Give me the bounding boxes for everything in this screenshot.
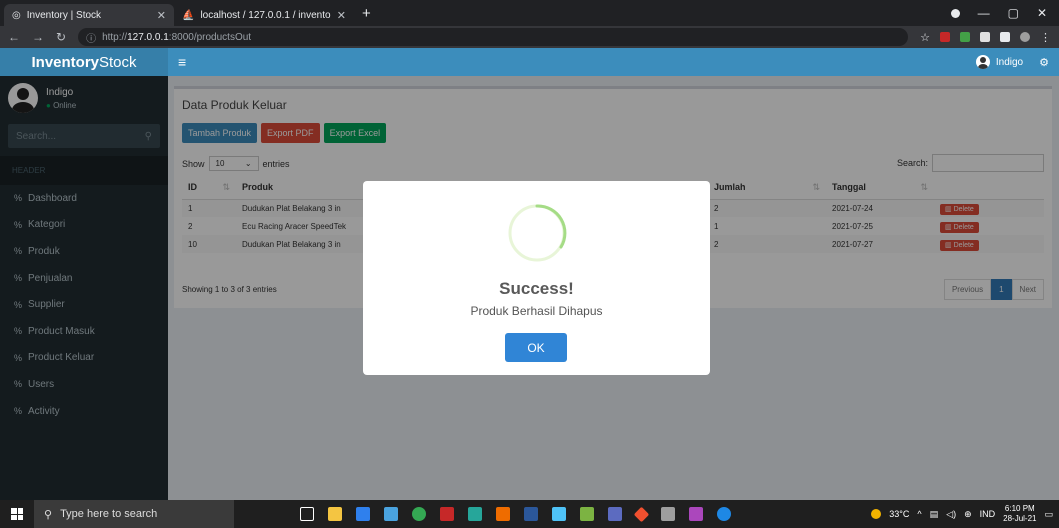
git-icon[interactable] — [633, 506, 650, 522]
extension-icon[interactable] — [940, 32, 950, 42]
success-dialog: Success! Produk Berhasil Dihapus OK — [363, 181, 710, 375]
dialog-message: Produk Berhasil Dihapus — [470, 304, 603, 318]
browser-tabbar: ◎ Inventory | Stock ✕ ⛵ localhost / 127.… — [0, 0, 1059, 26]
gears-icon[interactable]: ⚙ — [1039, 56, 1049, 69]
url-text: http://127.0.0.1:8000/productsOut — [102, 31, 252, 43]
nav-user-name: Indigo — [995, 56, 1024, 68]
globe-icon: ◎ — [12, 9, 21, 21]
chrome-icon[interactable] — [412, 507, 426, 521]
search-icon: ⚲ — [44, 508, 53, 521]
window-controls: — ▢ ✕ — [950, 0, 1059, 26]
task-view-icon[interactable] — [300, 507, 314, 521]
app-icon[interactable] — [552, 507, 566, 521]
back-icon[interactable]: ← — [8, 30, 20, 44]
close-window-icon[interactable]: ✕ — [1037, 6, 1047, 20]
browser-toolbar: ← → ↻ ⓘ http://127.0.0.1:8000/productsOu… — [0, 26, 1059, 48]
vscode-icon[interactable] — [356, 507, 370, 521]
dialog-title: Success! — [499, 279, 574, 298]
input-language[interactable]: IND — [980, 509, 996, 519]
info-icon: ⓘ — [86, 33, 97, 45]
notifications-icon[interactable]: ▭ — [1044, 509, 1053, 520]
chevron-up-icon[interactable]: ^ — [917, 509, 921, 519]
menu-dots-icon[interactable]: ⋮ — [1040, 31, 1051, 44]
app-icon[interactable] — [580, 507, 594, 521]
address-bar[interactable]: ⓘ http://127.0.0.1:8000/productsOut — [78, 28, 909, 46]
top-navbar: ≡ Indigo ⚙ — [168, 48, 1059, 76]
weather-icon — [871, 509, 882, 519]
phpmyadmin-icon: ⛵ — [182, 9, 195, 21]
word-icon[interactable] — [524, 507, 538, 521]
weather-temp[interactable]: 33°C — [889, 509, 909, 519]
minimize-icon[interactable]: — — [978, 6, 990, 20]
puzzle-icon[interactable] — [1000, 32, 1010, 42]
tab-inventory-stock[interactable]: ◎ Inventory | Stock ✕ — [4, 4, 174, 26]
maximize-icon[interactable]: ▢ — [1008, 6, 1019, 20]
extension-icon[interactable] — [960, 32, 970, 42]
app-icon[interactable] — [496, 507, 510, 521]
tab-title: Inventory | Stock — [26, 9, 102, 21]
close-tab-icon[interactable]: ✕ — [337, 9, 346, 22]
star-icon[interactable]: ☆ — [920, 31, 930, 44]
app-icon[interactable] — [608, 507, 622, 521]
file-explorer-icon[interactable] — [328, 507, 342, 521]
app-icon[interactable] — [440, 507, 454, 521]
system-tray: 33°C ^ ▤ ◁) ⊕ IND 6:10 PM 28-Jul-21 ▭ — [871, 500, 1053, 528]
store-icon[interactable] — [384, 507, 398, 521]
extensions: ☆ ⋮ — [920, 31, 1051, 44]
windows-logo-icon — [11, 508, 23, 520]
network-icon[interactable]: ▤ — [930, 509, 939, 520]
tab-title: localhost / 127.0.0.1 / inventory — [200, 9, 331, 21]
user-avatar-icon — [975, 55, 990, 69]
extension-icon[interactable] — [980, 32, 990, 42]
profile-icon[interactable] — [1020, 32, 1030, 42]
hamburger-icon[interactable]: ≡ — [178, 54, 186, 70]
taskbar-search-input[interactable]: ⚲ Type here to search — [34, 500, 234, 528]
forward-icon[interactable]: → — [32, 30, 44, 44]
ok-button[interactable]: OK — [505, 333, 567, 362]
record-icon[interactable] — [950, 8, 960, 18]
nav-user-menu[interactable]: Indigo ⚙ — [975, 55, 1049, 69]
success-spinner-icon — [508, 204, 567, 262]
app-icon[interactable] — [468, 507, 482, 521]
volume-icon[interactable]: ◁) — [946, 509, 956, 520]
app-icon[interactable] — [717, 507, 731, 521]
app-icon[interactable] — [689, 507, 703, 521]
windows-taskbar: ⚲ Type here to search 33°C ^ ▤ ◁) ⊕ IND … — [0, 500, 1059, 528]
close-tab-icon[interactable]: ✕ — [157, 9, 166, 22]
tab-phpmyadmin[interactable]: ⛵ localhost / 127.0.0.1 / inventory ✕ — [174, 4, 354, 26]
new-tab-button[interactable]: + — [354, 5, 379, 26]
language-icon[interactable]: ⊕ — [964, 509, 972, 520]
taskbar-apps — [300, 506, 731, 522]
app-icon[interactable] — [661, 507, 675, 521]
reload-icon[interactable]: ↻ — [56, 30, 66, 44]
clock[interactable]: 6:10 PM 28-Jul-21 — [1003, 504, 1036, 524]
start-button[interactable] — [0, 508, 34, 520]
app-logo[interactable]: Inventory Stock — [0, 48, 168, 76]
